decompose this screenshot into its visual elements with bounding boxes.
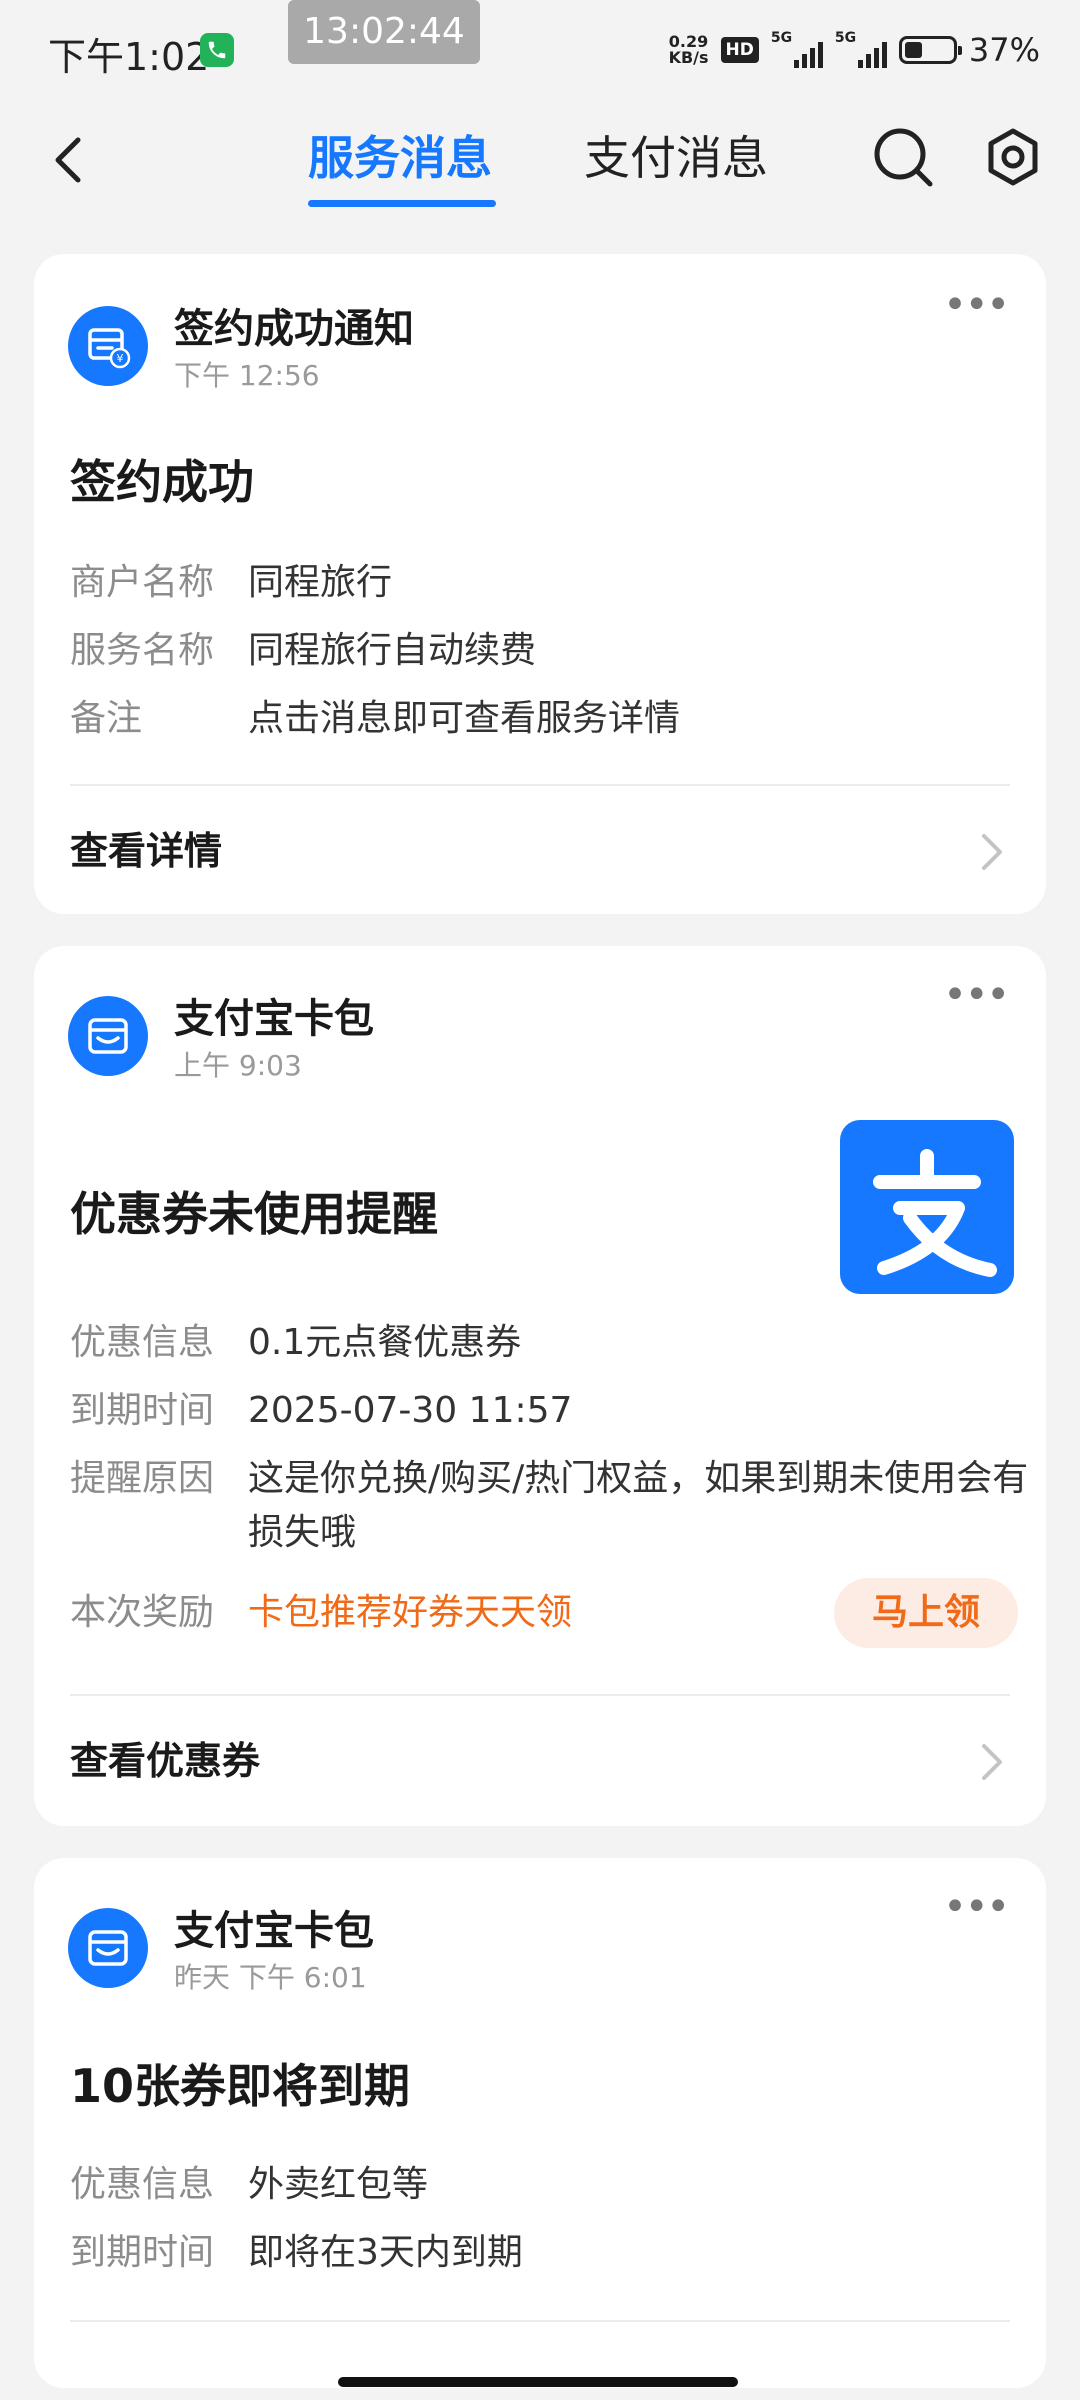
card-wallet-icon <box>68 996 148 1076</box>
card-sender: 签约成功通知 <box>174 306 414 352</box>
hd-badge-icon: HD <box>720 37 759 63</box>
more-options-icon[interactable]: ••• <box>943 282 1010 328</box>
status-bar: 下午1:02 13:02:44 0.29 KB/s HD 5G 5G 37% <box>0 0 1080 100</box>
signal-icon-2: 5G <box>835 30 887 70</box>
card-title: 签约成功 <box>70 455 254 509</box>
tab-service-messages[interactable]: 服务消息 <box>308 122 492 188</box>
back-arrow-icon <box>55 137 81 183</box>
chevron-right-icon <box>982 1744 1002 1780</box>
chevron-right-icon <box>982 834 1002 870</box>
card-time: 下午 12:56 <box>174 359 320 392</box>
home-indicator[interactable] <box>338 2377 738 2387</box>
status-time: 下午1:02 <box>48 35 210 79</box>
shop-yuan-icon: ¥ <box>68 306 148 386</box>
tab-active-indicator <box>308 200 496 207</box>
alipay-logo <box>840 1120 1014 1294</box>
clock-overlay: 13:02:44 <box>288 0 480 64</box>
view-coupons-link[interactable]: 查看优惠券 <box>70 1730 260 1785</box>
card-sender: 支付宝卡包 <box>174 1908 374 1954</box>
network-speed: 0.29 KB/s <box>668 32 709 67</box>
back-button[interactable] <box>40 130 100 190</box>
claim-now-button[interactable]: 马上领 <box>834 1578 1018 1648</box>
top-nav: 服务消息 支付消息 <box>0 100 1080 220</box>
search-icon <box>874 128 933 187</box>
card-sender: 支付宝卡包 <box>174 996 374 1042</box>
more-options-icon[interactable]: ••• <box>943 1884 1010 1930</box>
signal-icon: 5G <box>771 30 823 70</box>
settings-button[interactable] <box>982 126 1044 188</box>
view-details-link[interactable]: 查看详情 <box>70 820 222 875</box>
message-card[interactable]: ¥ 签约成功通知 下午 12:56 ••• 签约成功 商户名称 同程旅行 服务名… <box>34 254 1046 914</box>
message-card[interactable]: 支付宝卡包 上午 9:03 ••• 优惠券未使用提醒 优惠信息 0.1元点餐优惠… <box>34 946 1046 1826</box>
divider <box>70 1694 1010 1696</box>
card-wallet-icon <box>68 1908 148 1988</box>
svg-text:¥: ¥ <box>117 352 124 365</box>
battery-icon <box>898 36 962 64</box>
search-button[interactable] <box>870 124 936 190</box>
status-indicators: 0.29 KB/s HD 5G 5G 37% <box>669 28 1040 72</box>
message-card[interactable]: 支付宝卡包 昨天 下午 6:01 ••• 10张券即将到期 优惠信息 外卖红包等… <box>34 1858 1046 2388</box>
card-title: 10张券即将到期 <box>70 2059 411 2113</box>
battery-percent: 37% <box>968 31 1040 69</box>
card-time: 昨天 下午 6:01 <box>174 1961 367 1994</box>
card-time: 上午 9:03 <box>174 1049 302 1082</box>
tab-payment-messages[interactable]: 支付消息 <box>584 122 768 188</box>
card-title: 优惠券未使用提醒 <box>70 1187 438 1241</box>
divider <box>70 2320 1010 2322</box>
gear-icon <box>988 128 1038 186</box>
divider <box>70 784 1010 786</box>
phone-call-icon <box>200 33 234 67</box>
more-options-icon[interactable]: ••• <box>943 972 1010 1018</box>
